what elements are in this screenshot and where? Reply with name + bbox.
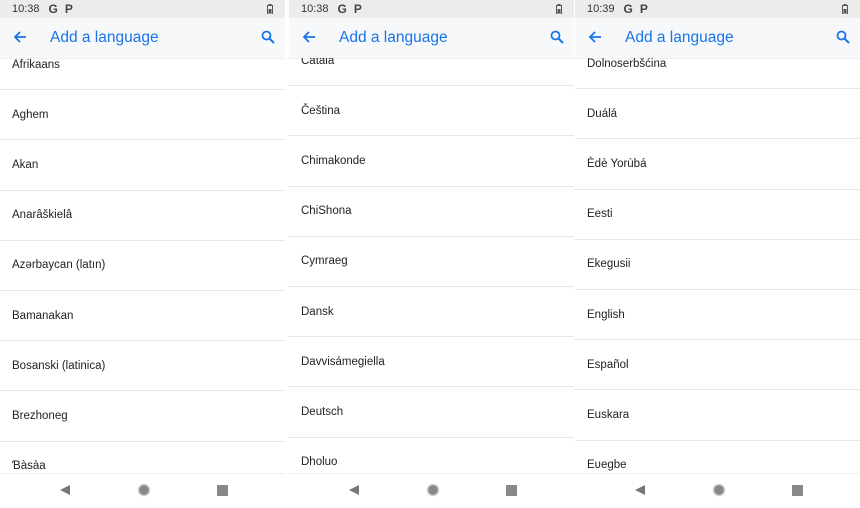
language-item[interactable]: Dholuo: [289, 438, 574, 474]
back-arrow-icon[interactable]: [12, 29, 28, 45]
page-title: Add a language: [339, 29, 448, 46]
circle-home-icon[interactable]: [426, 483, 440, 497]
language-item[interactable]: Anarâškielâ: [0, 191, 285, 241]
status-bar: 10:38 G P: [289, 0, 574, 18]
language-item[interactable]: Cymraeg: [289, 237, 574, 287]
page-title: Add a language: [50, 29, 159, 46]
language-item[interactable]: Čeština: [289, 86, 574, 137]
back-arrow-icon[interactable]: [301, 29, 317, 45]
circle-home-icon[interactable]: [137, 483, 151, 497]
language-item[interactable]: Català: [289, 58, 574, 87]
phone-screen: 10:39 G P Add a language Dolnoserbšćina D…: [575, 0, 860, 508]
circle-home-icon[interactable]: [712, 483, 726, 497]
language-item[interactable]: Chimakonde: [289, 136, 574, 187]
status-bar: 10:38 G P: [0, 0, 285, 18]
app-bar: Add a language: [289, 18, 574, 58]
navigation-bar: [0, 473, 285, 508]
language-item[interactable]: Brezhoneg: [0, 391, 285, 442]
page-title: Add a language: [625, 29, 734, 46]
square-recents-icon[interactable]: [217, 485, 228, 496]
language-item[interactable]: Dansk: [289, 287, 574, 338]
square-recents-icon[interactable]: [506, 485, 517, 496]
battery-icon: [267, 4, 273, 14]
notification-icon: G: [337, 2, 347, 16]
back-arrow-icon[interactable]: [587, 29, 603, 45]
status-time: 10:38: [301, 3, 329, 15]
language-item[interactable]: Euskara: [575, 390, 860, 441]
language-list[interactable]: Dolnoserbšćina Duálá Èdè Yorùbá Eesti Ekegus…: [575, 58, 860, 473]
language-item[interactable]: Èdè Yorùbá: [575, 139, 860, 190]
language-item[interactable]: Ekegusii: [575, 240, 860, 290]
language-item[interactable]: Aghem: [0, 90, 285, 141]
language-item[interactable]: Dolnoserbšćina: [575, 58, 860, 90]
language-item[interactable]: Español: [575, 340, 860, 391]
language-item[interactable]: Duálá: [575, 89, 860, 140]
language-item[interactable]: Davvisámegiella: [289, 337, 574, 388]
language-item[interactable]: Ɓàsàa: [0, 442, 285, 474]
triangle-back-icon[interactable]: [634, 484, 646, 496]
search-icon[interactable]: [550, 30, 564, 44]
language-item[interactable]: Azərbaycan (latın): [0, 241, 285, 291]
triangle-back-icon[interactable]: [348, 484, 360, 496]
battery-icon: [556, 4, 562, 14]
app-bar: Add a language: [575, 18, 860, 58]
status-time: 10:39: [587, 3, 615, 15]
language-item[interactable]: Afrikaans: [0, 58, 285, 91]
triangle-back-icon[interactable]: [59, 484, 71, 496]
notification-icon: P: [64, 2, 73, 16]
language-list[interactable]: Afrikaans Aghem Akan Anarâškielâ Azərbaycan …: [0, 58, 285, 473]
notification-icon: P: [353, 2, 362, 16]
language-item[interactable]: Bamanakan: [0, 291, 285, 342]
battery-icon: [842, 4, 848, 14]
status-time: 10:38: [12, 3, 40, 15]
language-item[interactable]: Deutsch: [289, 387, 574, 438]
language-item[interactable]: Eʋegbe: [575, 441, 860, 474]
app-bar: Add a language: [0, 18, 285, 58]
search-icon[interactable]: [836, 30, 850, 44]
notification-icon: G: [48, 2, 58, 16]
language-item[interactable]: Eesti: [575, 190, 860, 240]
phone-screen: 10:38 G P Add a language Afrikaans Aghem A…: [0, 0, 285, 508]
search-icon[interactable]: [261, 30, 275, 44]
phone-screen: 10:38 G P Add a language Català Čeština Ch…: [289, 0, 574, 508]
language-item[interactable]: English: [575, 290, 860, 341]
notification-icon: G: [623, 2, 633, 16]
language-list[interactable]: Català Čeština Chimakonde ChiShona Cymraeg Da…: [289, 58, 574, 473]
notification-icon: P: [639, 2, 648, 16]
language-item[interactable]: Bosanski (latinica): [0, 341, 285, 392]
language-item[interactable]: Akan: [0, 140, 285, 191]
language-item[interactable]: ChiShona: [289, 187, 574, 237]
status-bar: 10:39 G P: [575, 0, 860, 18]
navigation-bar: [289, 473, 574, 508]
navigation-bar: [575, 473, 860, 508]
square-recents-icon[interactable]: [792, 485, 803, 496]
